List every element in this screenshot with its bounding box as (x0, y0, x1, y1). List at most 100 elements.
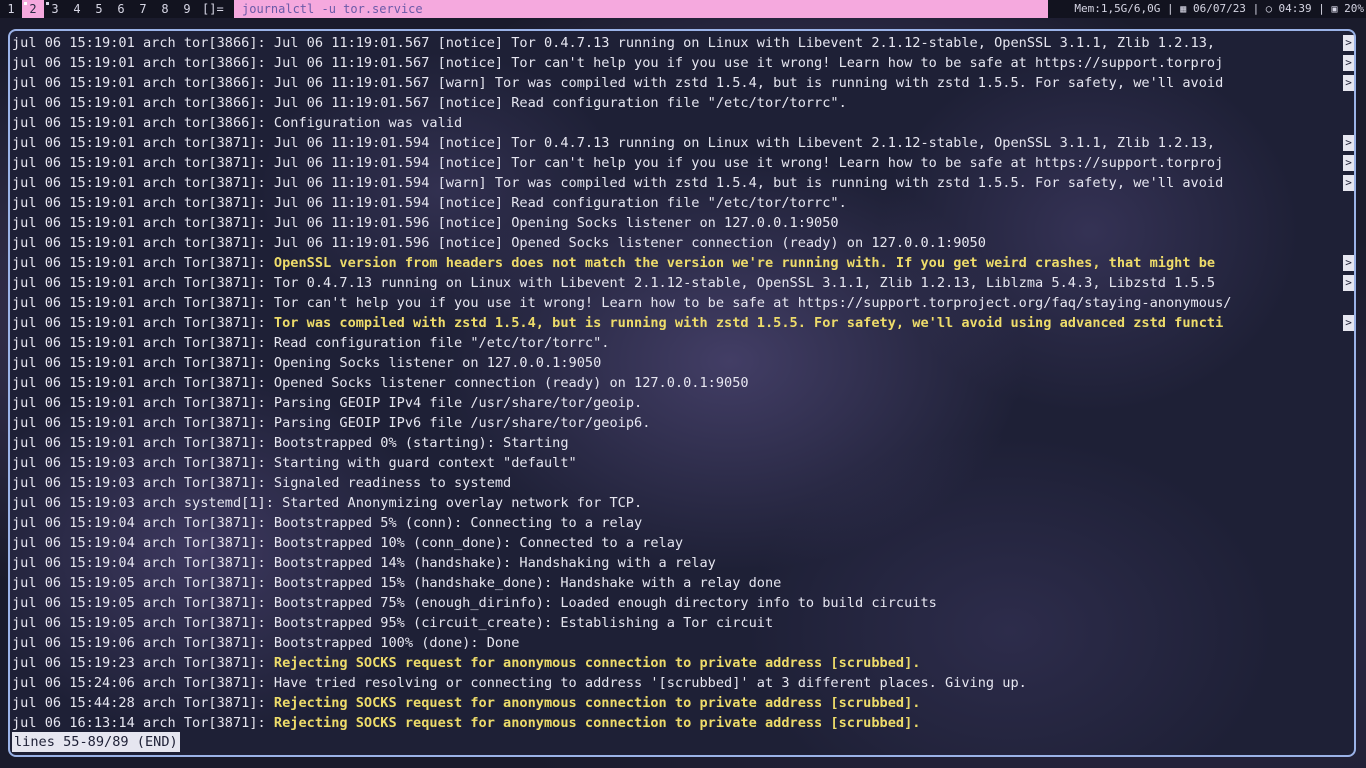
log-message: Bootstrapped 10% (conn_done): Connected … (273, 535, 684, 551)
system-status: Mem:1,5G/6,0G | ▦ 06/07/23 | ◯ 04:39 | ▣… (1074, 0, 1364, 18)
log-line: jul 06 15:19:01 arch tor[3871]: Jul 06 1… (12, 133, 1354, 153)
log-line: jul 06 15:19:01 arch tor[3871]: Jul 06 1… (12, 173, 1354, 193)
log-prefix: jul 06 16:13:14 arch Tor[3871]: (12, 715, 274, 731)
log-prefix: jul 06 15:19:01 arch Tor[3871]: (12, 335, 274, 351)
log-message: Bootstrapped 95% (circuit_create): Estab… (273, 615, 774, 631)
tag-4[interactable]: 4 (66, 0, 88, 18)
battery-icon: ▣ (1331, 4, 1338, 15)
log-line: jul 06 15:19:01 arch Tor[3871]: Tor can'… (12, 293, 1354, 313)
tag-5[interactable]: 5 (88, 0, 110, 18)
truncation-marker: > (1343, 155, 1354, 171)
truncation-marker: > (1343, 35, 1354, 51)
log-message: OpenSSL version from headers does not ma… (273, 255, 1216, 271)
log-prefix: jul 06 15:19:03 arch Tor[3871]: (12, 475, 274, 491)
separator: | (1318, 2, 1325, 15)
log-line: jul 06 15:19:04 arch Tor[3871]: Bootstra… (12, 533, 1354, 553)
log-line: jul 06 15:19:01 arch tor[3866]: Jul 06 1… (12, 33, 1354, 53)
log-prefix: jul 06 15:19:01 arch Tor[3871]: (12, 375, 274, 391)
log-message: Tor 0.4.7.13 running on Linux with Libev… (273, 275, 1216, 291)
tag-1[interactable]: 1 (0, 0, 22, 18)
log-message: Bootstrapped 75% (enough_dirinfo): Loade… (273, 595, 937, 611)
log-prefix: jul 06 15:19:01 arch tor[3866]: (12, 115, 274, 131)
log-message: Jul 06 11:19:01.567 [notice] Tor 0.4.7.1… (273, 35, 1216, 51)
log-output: jul 06 15:19:01 arch tor[3866]: Jul 06 1… (12, 33, 1354, 733)
calendar-icon: ▦ (1180, 4, 1187, 15)
log-line: jul 06 15:44:28 arch Tor[3871]: Rejectin… (12, 693, 1354, 713)
date: 06/07/23 (1192, 2, 1246, 15)
log-message: Tor was compiled with zstd 1.5.4, but is… (273, 315, 1224, 331)
log-line: jul 06 15:19:01 arch Tor[3871]: Parsing … (12, 393, 1354, 413)
log-prefix: jul 06 15:19:04 arch Tor[3871]: (12, 515, 274, 531)
log-message: Started Anonymizing overlay network for … (282, 495, 643, 511)
log-line: jul 06 15:19:04 arch Tor[3871]: Bootstra… (12, 553, 1354, 573)
log-line: jul 06 15:19:01 arch tor[3871]: Jul 06 1… (12, 233, 1354, 253)
tag-9[interactable]: 9 (176, 0, 198, 18)
log-line: jul 06 15:19:01 arch Tor[3871]: Opening … (12, 353, 1354, 373)
tag-8[interactable]: 8 (154, 0, 176, 18)
log-line: jul 06 15:19:01 arch tor[3871]: Jul 06 1… (12, 193, 1354, 213)
log-message: Rejecting SOCKS request for anonymous co… (273, 655, 921, 671)
log-line: jul 06 15:19:01 arch Tor[3871]: Parsing … (12, 413, 1354, 433)
log-message: Rejecting SOCKS request for anonymous co… (273, 695, 921, 711)
log-prefix: jul 06 15:19:01 arch tor[3871]: (12, 215, 274, 231)
truncation-marker: > (1343, 135, 1354, 151)
status-bar: 123456789 []= journalctl -u tor.service … (0, 0, 1366, 18)
truncation-marker: > (1343, 175, 1354, 191)
log-message: Opened Socks listener connection (ready)… (273, 375, 749, 391)
log-message: Jul 06 11:19:01.596 [notice] Opening Soc… (273, 215, 839, 231)
terminal-window[interactable]: jul 06 15:19:01 arch tor[3866]: Jul 06 1… (8, 29, 1356, 757)
log-message: Rejecting SOCKS request for anonymous co… (273, 715, 921, 731)
tag-6[interactable]: 6 (110, 0, 132, 18)
tag-7[interactable]: 7 (132, 0, 154, 18)
log-message: Signaled readiness to systemd (273, 475, 512, 491)
log-prefix: jul 06 15:19:23 arch Tor[3871]: (12, 655, 274, 671)
log-message: Tor can't help you if you use it wrong! … (273, 295, 1232, 311)
log-line: jul 06 15:19:05 arch Tor[3871]: Bootstra… (12, 573, 1354, 593)
log-message: Bootstrapped 15% (handshake_done): Hands… (273, 575, 782, 591)
log-line: jul 06 15:19:01 arch tor[3866]: Jul 06 1… (12, 73, 1354, 93)
log-prefix: jul 06 15:44:28 arch Tor[3871]: (12, 695, 274, 711)
log-message: Read configuration file "/etc/tor/torrc"… (273, 335, 610, 351)
log-message: Configuration was valid (273, 115, 463, 131)
log-line: jul 06 15:19:01 arch Tor[3871]: OpenSSL … (12, 253, 1354, 273)
log-prefix: jul 06 15:19:01 arch tor[3866]: (12, 95, 274, 111)
truncation-marker: > (1343, 275, 1354, 291)
log-prefix: jul 06 15:19:01 arch tor[3871]: (12, 155, 274, 171)
log-prefix: jul 06 15:19:01 arch Tor[3871]: (12, 415, 274, 431)
log-prefix: jul 06 15:19:01 arch tor[3866]: (12, 35, 274, 51)
log-prefix: jul 06 15:19:01 arch Tor[3871]: (12, 435, 274, 451)
log-prefix: jul 06 15:19:01 arch Tor[3871]: (12, 355, 274, 371)
log-message: Parsing GEOIP IPv6 file /usr/share/tor/g… (273, 415, 651, 431)
log-line: jul 06 15:19:01 arch tor[3866]: Jul 06 1… (12, 93, 1354, 113)
log-line: jul 06 15:19:06 arch Tor[3871]: Bootstra… (12, 633, 1354, 653)
layout-indicator[interactable]: []= (202, 0, 224, 18)
occupied-indicator (46, 2, 49, 5)
log-prefix: jul 06 15:19:01 arch Tor[3871]: (12, 275, 274, 291)
tag-2[interactable]: 2 (22, 0, 44, 18)
log-line: jul 06 15:19:03 arch Tor[3871]: Signaled… (12, 473, 1354, 493)
log-message: Bootstrapped 14% (handshake): Handshakin… (273, 555, 716, 571)
log-message: Jul 06 11:19:01.567 [notice] Tor can't h… (273, 55, 1224, 71)
log-line: jul 06 15:19:01 arch Tor[3871]: Opened S… (12, 373, 1354, 393)
log-prefix: jul 06 15:24:06 arch Tor[3871]: (12, 675, 274, 691)
tag-3[interactable]: 3 (44, 0, 66, 18)
log-line: jul 06 16:13:14 arch Tor[3871]: Rejectin… (12, 713, 1354, 733)
window-title: journalctl -u tor.service (234, 0, 1048, 18)
log-prefix: jul 06 15:19:01 arch tor[3871]: (12, 235, 274, 251)
log-message: Bootstrapped 100% (done): Done (273, 635, 520, 651)
log-line: jul 06 15:19:03 arch Tor[3871]: Starting… (12, 453, 1354, 473)
log-line: jul 06 15:24:06 arch Tor[3871]: Have tri… (12, 673, 1354, 693)
log-line: jul 06 15:19:01 arch tor[3866]: Configur… (12, 113, 1354, 133)
log-prefix: jul 06 15:19:01 arch tor[3866]: (12, 55, 274, 71)
log-prefix: jul 06 15:19:01 arch Tor[3871]: (12, 255, 274, 271)
log-line: jul 06 15:19:01 arch tor[3871]: Jul 06 1… (12, 153, 1354, 173)
truncation-marker: > (1343, 55, 1354, 71)
memory-usage: Mem:1,5G/6,0G (1074, 2, 1161, 15)
log-prefix: jul 06 15:19:01 arch tor[3871]: (12, 195, 274, 211)
log-line: jul 06 15:19:01 arch Tor[3871]: Bootstra… (12, 433, 1354, 453)
log-line: jul 06 15:19:05 arch Tor[3871]: Bootstra… (12, 613, 1354, 633)
truncation-marker: > (1343, 315, 1354, 331)
log-prefix: jul 06 15:19:01 arch Tor[3871]: (12, 395, 274, 411)
truncation-marker: > (1343, 255, 1354, 271)
pager-status: lines 55-89/89 (END) (12, 732, 180, 752)
